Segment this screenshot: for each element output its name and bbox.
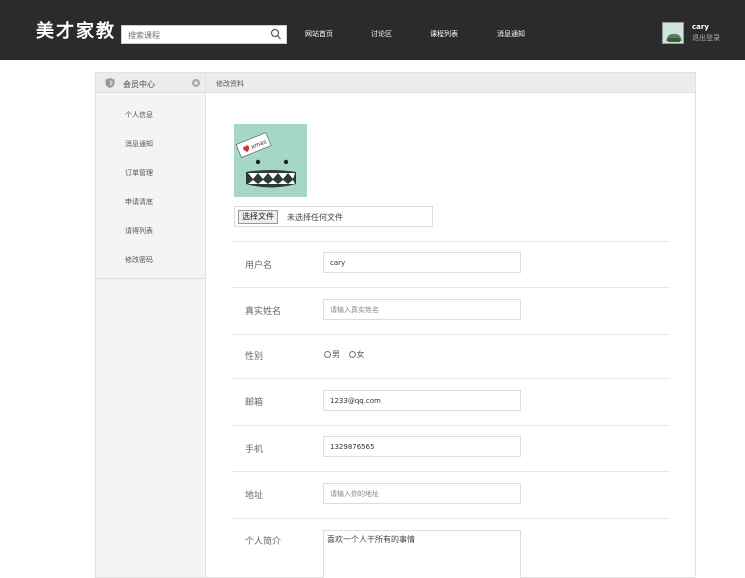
radio-male[interactable] [324, 351, 331, 358]
nav-forum-link[interactable]: 讨论区 [371, 29, 392, 39]
bio-label: 个人简介 [245, 537, 282, 547]
sidebar-item-messages[interactable]: 消息通知 [125, 139, 153, 149]
realname-input[interactable] [323, 299, 521, 320]
file-status-text: 未选择任何文件 [287, 213, 343, 222]
user-avatar[interactable] [662, 22, 684, 44]
gender-radio-group: 男 女 [324, 349, 365, 360]
email-input[interactable] [323, 390, 521, 411]
main-panel: 修改资料 xmas 选择文件 未选择任何文件 用户名 真实姓名 性别 男 女 [206, 72, 696, 578]
sidebar-item-profile[interactable]: 个人信息 [125, 110, 153, 120]
email-label: 邮箱 [245, 398, 264, 408]
sidebar-title: 会员中心 [123, 80, 155, 89]
search-input[interactable] [128, 29, 258, 41]
sidebar: 会员中心 个人信息 消息通知 订单管理 申请清底 请得列表 修改密码 [95, 72, 206, 578]
search-icon[interactable] [270, 28, 282, 41]
sidebar-item-applications[interactable]: 申请清底 [125, 197, 153, 207]
sidebar-header: 会员中心 [96, 73, 205, 93]
profile-avatar: xmas [234, 124, 307, 197]
phone-label: 手机 [245, 445, 264, 455]
gender-female-label: 女 [356, 350, 365, 359]
avatar-image [663, 23, 683, 43]
main-header: 修改资料 [206, 73, 695, 93]
row-divider [232, 518, 670, 519]
row-divider [232, 425, 670, 426]
search-box [121, 25, 287, 44]
shield-icon [105, 78, 115, 88]
bio-textarea[interactable]: 喜欢一个人干所有的事情 [323, 530, 521, 578]
nav-courses-link[interactable]: 课程列表 [430, 29, 458, 39]
address-label: 地址 [245, 491, 264, 501]
sidebar-divider [96, 278, 205, 279]
file-upload-field[interactable]: 选择文件 未选择任何文件 [234, 206, 433, 227]
username-label: 用户名 [245, 261, 273, 271]
site-logo[interactable]: 美才家教 [36, 17, 116, 43]
nav-messages-link[interactable]: 消息通知 [497, 29, 525, 39]
gender-male-option[interactable]: 男 [324, 350, 340, 359]
nav-home-link[interactable]: 网站首页 [305, 29, 333, 39]
page-title: 修改资料 [216, 80, 244, 88]
row-divider [232, 287, 670, 288]
phone-input[interactable] [323, 436, 521, 457]
gender-male-label: 男 [332, 350, 340, 359]
address-input[interactable] [323, 483, 521, 504]
radio-female[interactable] [348, 351, 356, 358]
gear-icon[interactable] [191, 78, 201, 88]
username-input[interactable] [323, 252, 521, 273]
gender-female-option[interactable]: 女 [348, 350, 365, 359]
row-divider [232, 378, 670, 379]
sidebar-item-request-list[interactable]: 请得列表 [125, 226, 153, 236]
gender-label: 性别 [245, 352, 264, 362]
row-divider [232, 241, 670, 242]
row-divider [232, 334, 670, 335]
realname-label: 真实姓名 [245, 307, 282, 317]
top-navigation-bar: 美才家教 网站首页 讨论区 课程列表 消息通知 cary 退出登录 [0, 0, 745, 60]
user-name[interactable]: cary [692, 23, 709, 31]
choose-file-button[interactable]: 选择文件 [238, 210, 278, 224]
sidebar-item-change-password[interactable]: 修改密码 [125, 255, 153, 265]
avatar-monster-image: xmas [234, 124, 307, 197]
logout-link[interactable]: 退出登录 [692, 33, 720, 43]
sidebar-item-orders[interactable]: 订单管理 [125, 168, 153, 178]
row-divider [232, 471, 670, 472]
